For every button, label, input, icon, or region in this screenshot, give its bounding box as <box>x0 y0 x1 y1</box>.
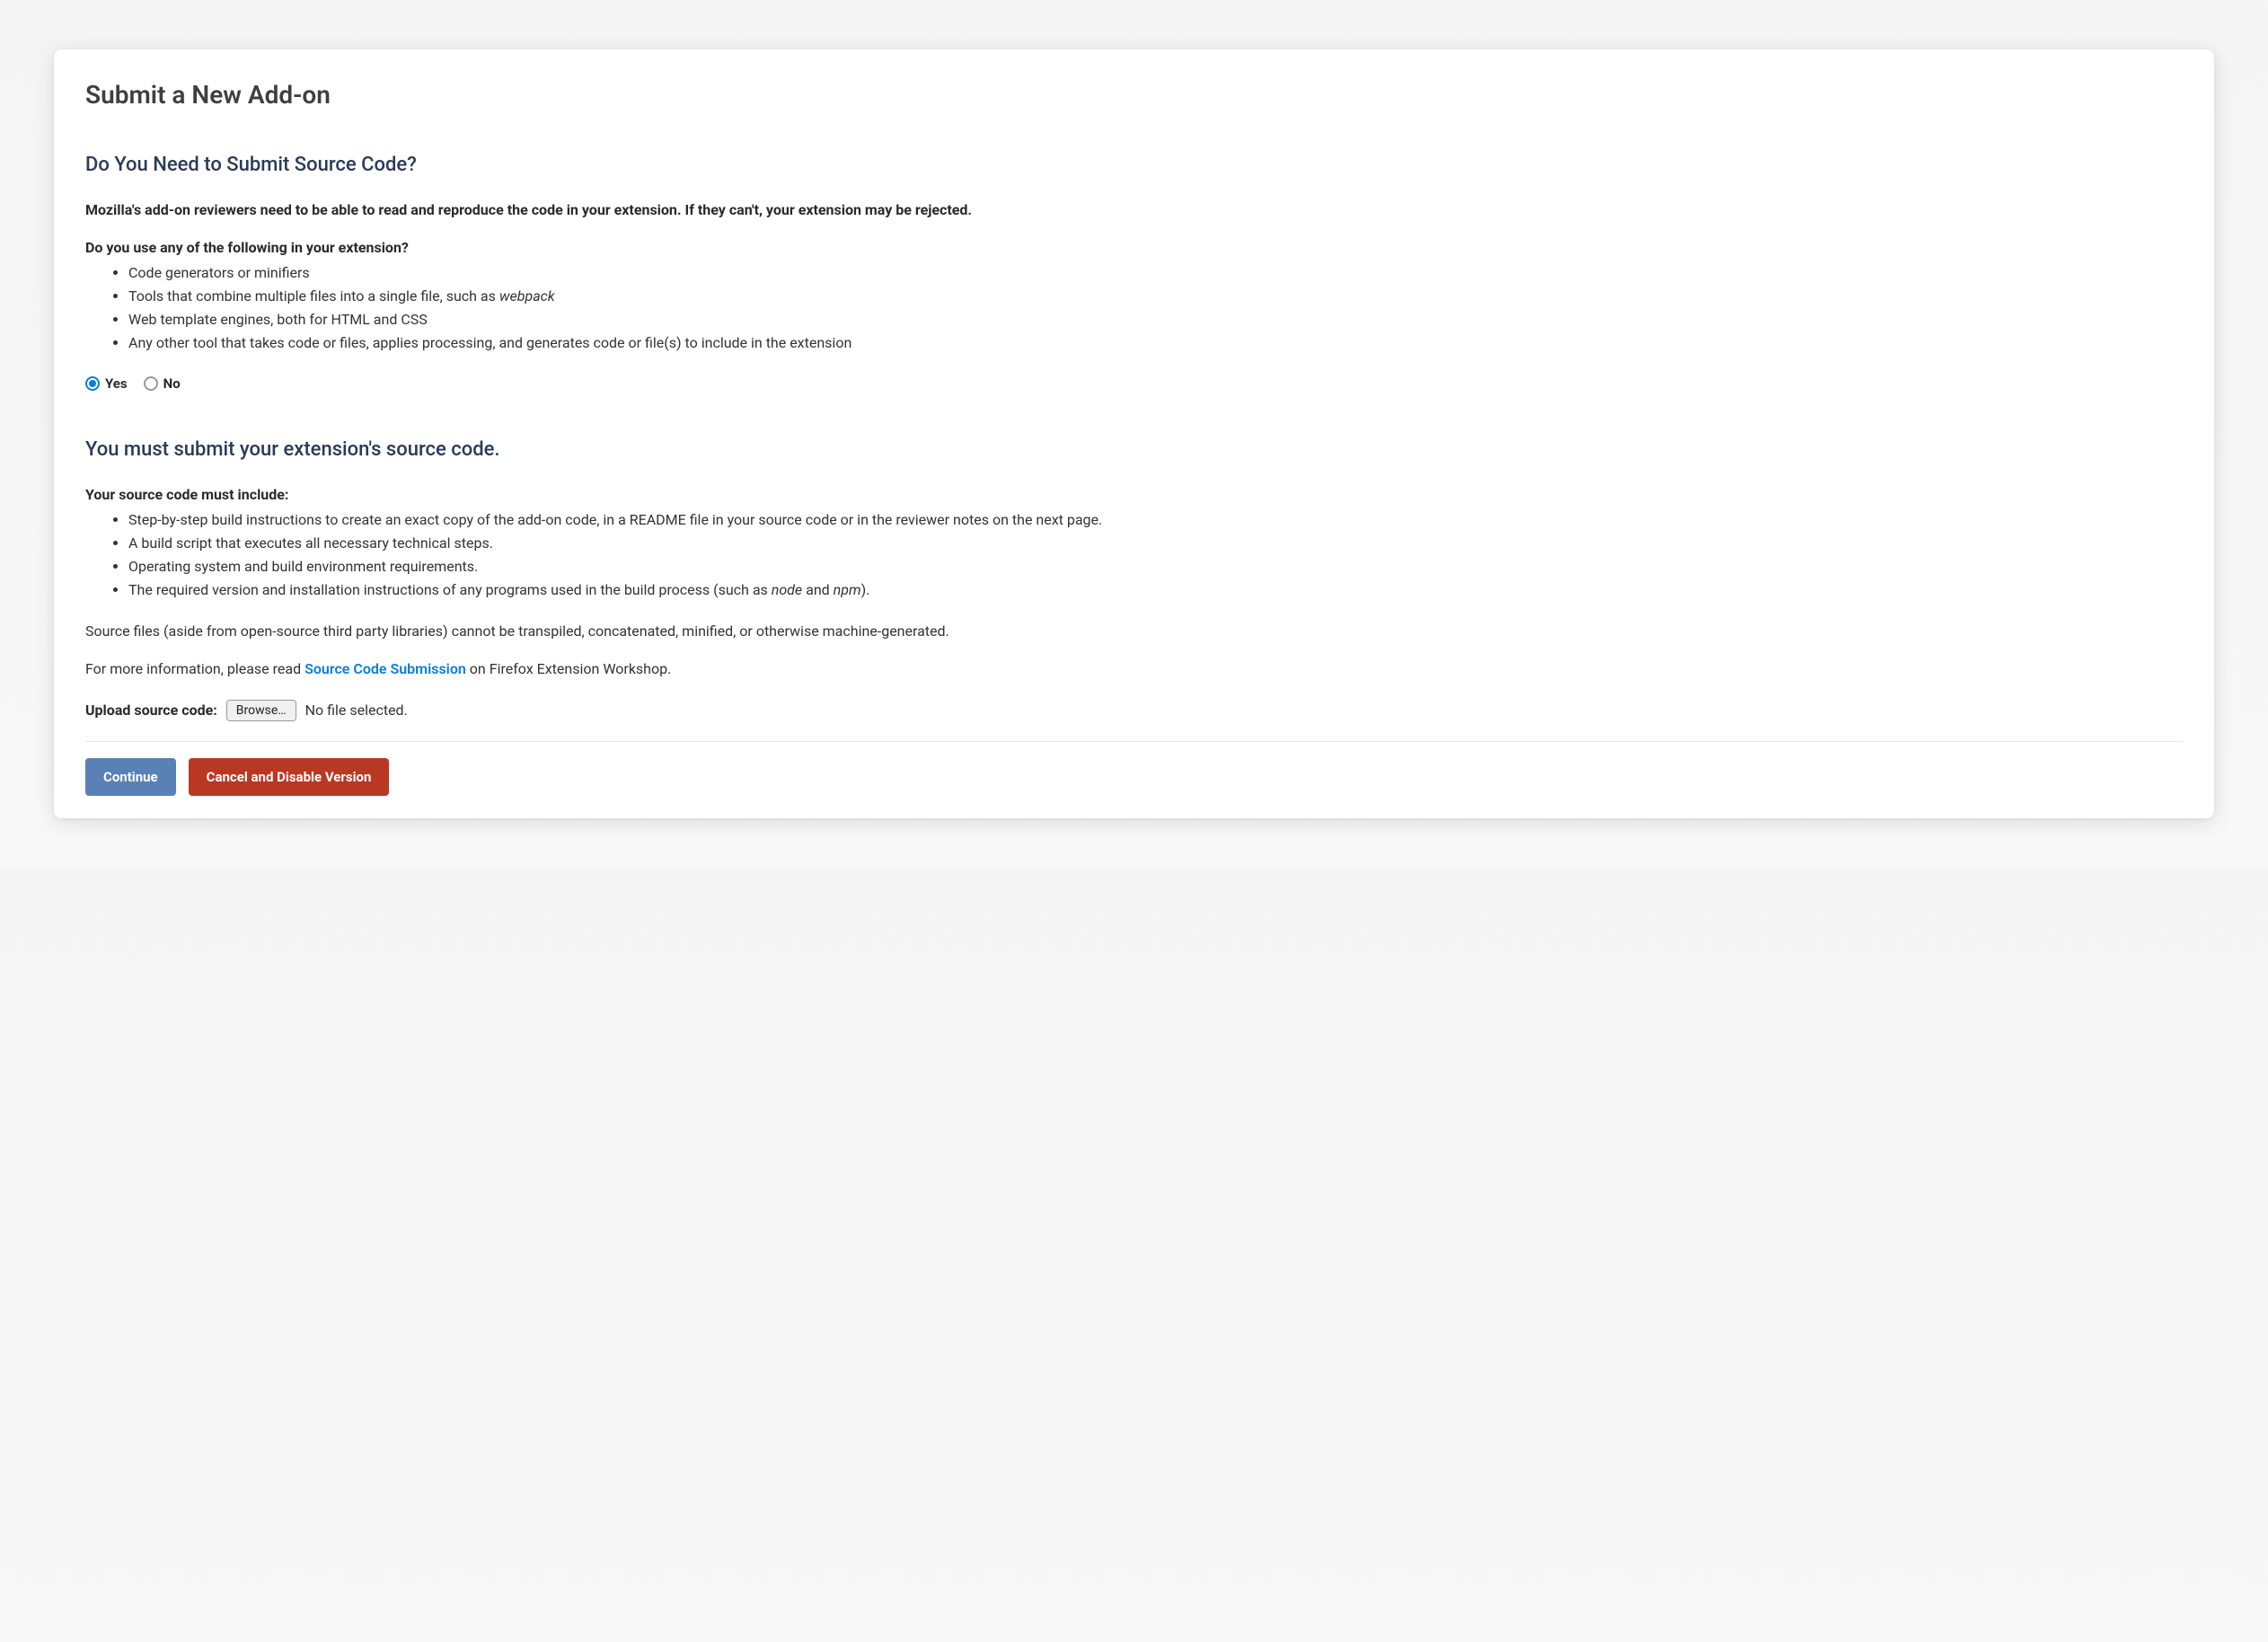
upload-label: Upload source code: <box>85 700 217 721</box>
section2-heading: You must submit your extension's source … <box>85 435 2183 464</box>
radio-icon <box>85 376 100 391</box>
radio-no-label: No <box>163 374 181 394</box>
requirements-list: Step-by-step build instructions to creat… <box>85 509 2183 601</box>
radio-dot-icon <box>89 380 96 387</box>
section1-heading: Do You Need to Submit Source Code? <box>85 150 2183 180</box>
radio-yes[interactable]: Yes <box>85 374 128 394</box>
page-title: Submit a New Add-on <box>85 76 2183 114</box>
divider <box>85 741 2183 742</box>
list-item: Operating system and build environment r… <box>128 556 2183 578</box>
radio-no[interactable]: No <box>144 374 181 394</box>
list-item: Code generators or minifiers <box>128 262 2183 284</box>
section1-intro: Mozilla's add-on reviewers need to be ab… <box>85 199 2183 221</box>
radio-yes-label: Yes <box>105 374 128 394</box>
source-code-requirements-section: You must submit your extension's source … <box>85 435 2183 721</box>
list-item: Tools that combine multiple files into a… <box>128 286 2183 307</box>
tools-list: Code generators or minifiers Tools that … <box>85 262 2183 354</box>
source-code-question-section: Do You Need to Submit Source Code? Mozil… <box>85 150 2183 394</box>
button-row: Continue Cancel and Disable Version <box>85 758 2183 796</box>
list-item: Any other tool that takes code or files,… <box>128 332 2183 354</box>
main-card: Submit a New Add-on Do You Need to Submi… <box>54 49 2214 818</box>
list-item: The required version and installation in… <box>128 579 2183 601</box>
list-item: Web template engines, both for HTML and … <box>128 309 2183 331</box>
list-item: Step-by-step build instructions to creat… <box>128 509 2183 531</box>
continue-button[interactable]: Continue <box>85 758 176 796</box>
section1-question: Do you use any of the following in your … <box>85 237 2183 259</box>
radio-group: Yes No <box>85 374 2183 394</box>
must-include-label: Your source code must include: <box>85 484 2183 506</box>
list-item: A build script that executes all necessa… <box>128 533 2183 554</box>
upload-row: Upload source code: Browse… No file sele… <box>85 700 2183 721</box>
source-code-submission-link[interactable]: Source Code Submission <box>304 660 466 677</box>
browse-button[interactable]: Browse… <box>226 700 296 721</box>
more-info-line: For more information, please read Source… <box>85 658 2183 680</box>
file-status: No file selected. <box>305 700 408 721</box>
radio-icon <box>144 376 158 391</box>
transpile-note: Source files (aside from open-source thi… <box>85 621 2183 642</box>
cancel-button[interactable]: Cancel and Disable Version <box>189 758 390 796</box>
